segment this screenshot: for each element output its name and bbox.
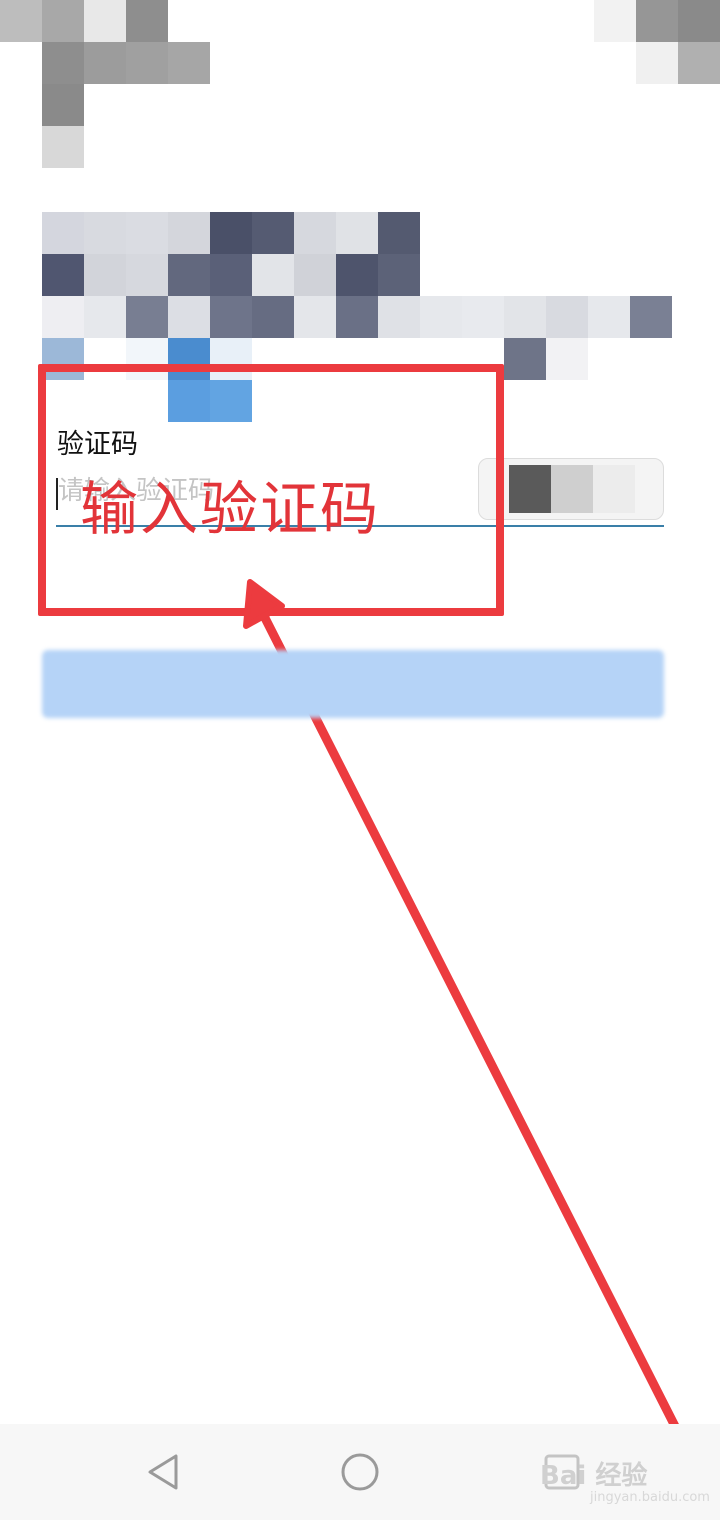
watermark-url: jingyan.baidu.com <box>590 1490 710 1505</box>
submit-button[interactable] <box>42 650 664 718</box>
watermark-text: Bai 经验 <box>540 1461 648 1491</box>
triangle-back-icon[interactable] <box>142 1448 190 1496</box>
get-code-button[interactable] <box>478 458 664 520</box>
redacted-button-label-2 <box>551 465 593 513</box>
annotation-text: 输入验证码 <box>80 475 381 543</box>
redacted-button-label-3 <box>593 465 635 513</box>
redacted-button-label <box>509 465 551 513</box>
circle-home-icon[interactable] <box>336 1448 384 1496</box>
